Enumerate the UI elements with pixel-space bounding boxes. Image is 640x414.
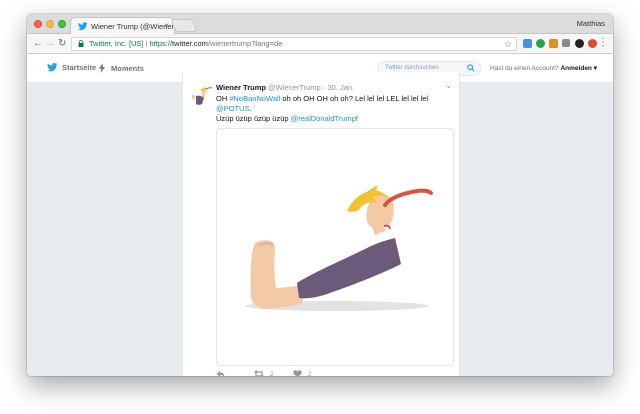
mention-link-potus[interactable]: @POTUS (216, 104, 249, 113)
login-label: Anmelden (560, 65, 592, 72)
user-handle[interactable]: @WienerTrump (268, 83, 321, 92)
separator-dot: · (322, 83, 326, 92)
tweet-content: Wiener Trump @WienerTrump · 30. Jan. ⌄ O… (216, 81, 452, 124)
extension-red-icon[interactable] (588, 39, 597, 48)
tweet-actions: 2 2 (216, 370, 452, 376)
profile-name[interactable]: Matthias (577, 19, 605, 28)
arrow-left-icon[interactable]: ← (33, 38, 43, 50)
tab-wiener-trump[interactable]: Wiener Trump (@WienerTrump) × (70, 17, 175, 34)
display-name[interactable]: Wiener Trump (216, 83, 266, 92)
search-placeholder: Twitter durchsuchen (385, 65, 439, 71)
star-icon[interactable]: ☆ (504, 38, 512, 50)
hashtag-link[interactable]: #NoBanNoWall (229, 94, 280, 103)
tab-title: Wiener Trump (@WienerTrump) (91, 22, 174, 31)
tweet-timestamp[interactable]: 30. Jan. (328, 83, 355, 92)
new-tab-button[interactable] (170, 19, 198, 32)
url-path: /wienertrump?lang=de (207, 39, 283, 48)
tweet-media-image[interactable] (216, 128, 454, 366)
nav-home-label: Startseite (62, 63, 97, 72)
account-prompt: Hast du einen Account? Anmelden ▾ (490, 64, 597, 72)
browser-toolbar: ← → ↻ Twitter, Inc. [US] | https://twitter… (27, 34, 613, 54)
tab-close-icon[interactable]: × (164, 21, 169, 30)
retweet-icon (254, 370, 264, 376)
heart-icon (293, 370, 302, 376)
like-count: 2 (308, 370, 312, 377)
tweet-header: Wiener Trump @WienerTrump · 30. Jan. (216, 83, 452, 93)
url-scheme: https:// (149, 39, 173, 48)
wiener-trump-illustration (245, 185, 433, 311)
twitter-bird-icon (47, 63, 58, 72)
extension-blue-icon[interactable] (523, 39, 532, 48)
arrow-right-icon[interactable]: → (45, 38, 55, 50)
account-question: Hast du einen Account? (490, 65, 559, 72)
extension-gray-icon[interactable] (562, 39, 570, 47)
search-icon[interactable] (467, 64, 475, 72)
tab-strip: Wiener Trump (@WienerTrump) × Matthias (27, 14, 613, 34)
nav-home[interactable]: Startseite (47, 63, 96, 72)
extension-green-icon[interactable] (536, 39, 545, 48)
lightning-bolt-icon (99, 63, 105, 73)
tweet-text: OH #NoBanNoWall oh oh OH OH oh oh? Lel l… (216, 94, 452, 124)
url-separator: | (145, 39, 148, 48)
close-window-button[interactable] (34, 20, 42, 28)
tweet-text-part: oh oh OH OH oh oh? Lel lel lel LEL lel l… (280, 94, 429, 103)
nav-moments[interactable]: Moments (99, 63, 144, 73)
login-button[interactable]: Anmelden ▾ (560, 65, 597, 72)
minimize-window-button[interactable] (46, 20, 54, 28)
avatar[interactable] (191, 84, 213, 106)
maximize-window-button[interactable] (58, 20, 66, 28)
secure-origin-label: Twitter, Inc. [US] (88, 39, 144, 48)
retweet-count: 2 (270, 370, 274, 377)
kebab-menu-icon[interactable]: ⋮ (598, 37, 608, 48)
chevron-down-icon[interactable]: ⌄ (445, 81, 452, 90)
address-bar[interactable]: Twitter, Inc. [US] | https://twitter.com/w… (71, 37, 517, 51)
twitter-bird-icon (78, 22, 88, 31)
lock-icon (78, 40, 84, 47)
extension-orange-icon[interactable] (549, 39, 558, 48)
url-host: twitter.com (172, 39, 208, 48)
browser-window: Wiener Trump (@WienerTrump) × Matthias ←… (27, 14, 613, 376)
nav-moments-label: Moments (111, 63, 144, 73)
tweet-text-part: ! (355, 114, 359, 123)
tweet-card: Wiener Trump @WienerTrump · 30. Jan. ⌄ O… (182, 72, 460, 376)
retweet-button[interactable]: 2 (254, 370, 274, 376)
reply-button[interactable] (216, 370, 231, 376)
like-button[interactable]: 2 (293, 370, 312, 376)
reload-icon[interactable]: ↻ (58, 38, 66, 50)
tweet-text-part: OH (216, 94, 230, 103)
tweet-text-part: Üzüp üzüp üzüp üzüp (216, 114, 291, 123)
reply-icon (216, 371, 225, 376)
tweet-text-part: . (249, 104, 252, 113)
mention-link-realdonaldtrump[interactable]: @realDonaldTrump (291, 114, 356, 123)
extension-black-icon[interactable] (575, 39, 584, 48)
